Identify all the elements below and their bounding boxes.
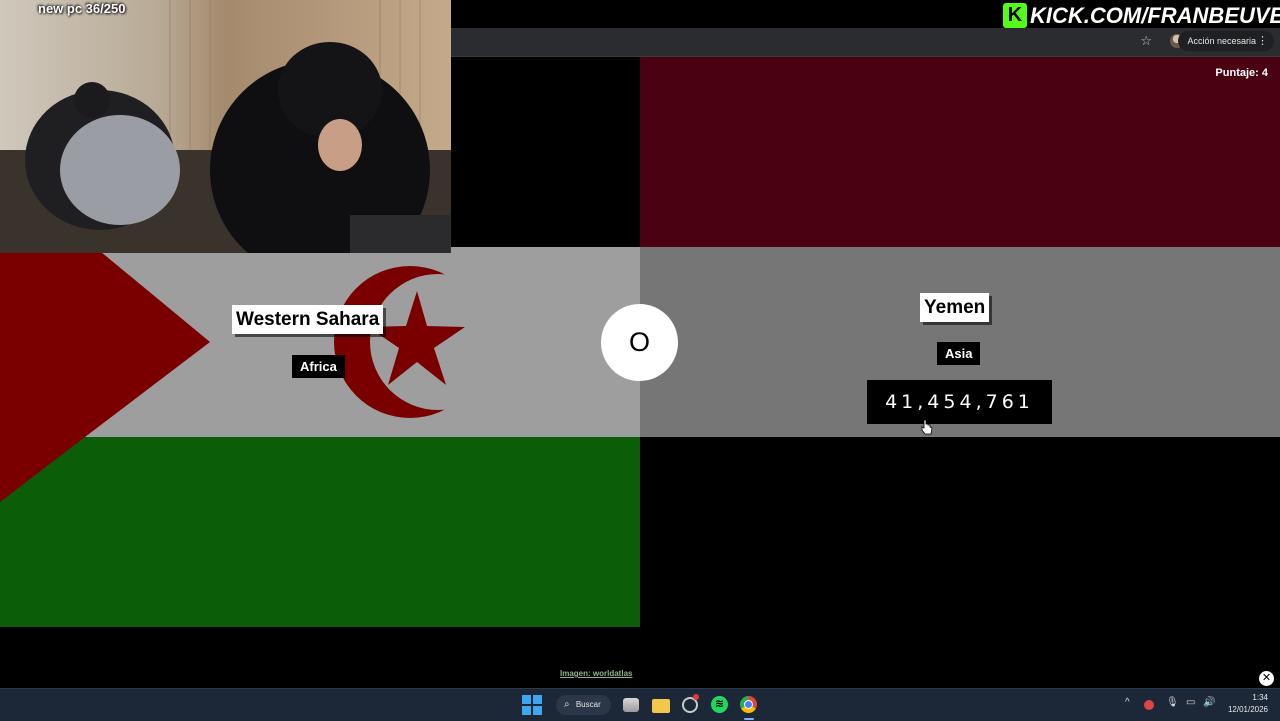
- western-sahara-flag[interactable]: [0, 247, 640, 627]
- bookmark-star-icon[interactable]: ☆: [1140, 33, 1152, 49]
- action-needed-label: Acción necesaria: [1187, 36, 1256, 46]
- webcam-overlay: new pc 36/250: [0, 0, 451, 253]
- kick-url-text: KICK.COM/FRANBEUVE: [1030, 3, 1280, 28]
- search-icon: ⌕: [564, 699, 570, 710]
- tray-app-icon[interactable]: [1144, 700, 1154, 710]
- network-icon[interactable]: ▭: [1186, 697, 1195, 708]
- volume-icon[interactable]: 🔊: [1203, 697, 1215, 708]
- right-continent-badge: Asia: [937, 342, 981, 365]
- webcam-label: new pc 36/250: [38, 1, 126, 16]
- browser-address-bar: ☆ Acción necesaria ⋮: [451, 28, 1280, 57]
- flag-emblem-graphic: [0, 247, 506, 502]
- notification-dot: [693, 694, 699, 700]
- action-needed-button[interactable]: Acción necesaria ⋮: [1178, 31, 1274, 51]
- microphone-icon[interactable]: 🎙: [1166, 697, 1179, 708]
- close-icon[interactable]: ✕: [1259, 671, 1274, 686]
- left-background: [451, 57, 640, 247]
- tray-overflow-icon[interactable]: ^: [1125, 697, 1130, 708]
- flag-red-triangle: [0, 247, 210, 502]
- hand-cursor-icon: [921, 419, 933, 435]
- flag-black-stripe: [640, 437, 1280, 627]
- search-label: Buscar: [575, 700, 601, 709]
- clock-date: 12/01/2026: [1227, 705, 1268, 714]
- kick-logo: K: [1003, 3, 1027, 28]
- taskbar-search-button[interactable]: ⌕ Buscar: [556, 695, 611, 715]
- spotify-icon[interactable]: ≋: [711, 696, 728, 713]
- score-label: Puntaje: 4: [1215, 67, 1268, 79]
- webcam-video-feed: [0, 0, 451, 253]
- browser-menu-icon[interactable]: ⋮: [1257, 31, 1268, 51]
- flag-red-stripe: [640, 57, 1280, 247]
- vs-circle: O: [601, 304, 678, 381]
- chrome-icon[interactable]: [740, 696, 757, 713]
- image-credit-link[interactable]: Imagen: worldatlas: [560, 669, 632, 678]
- left-country-name: Western Sahara: [232, 305, 384, 334]
- population-counter: 41,454,761: [867, 380, 1052, 424]
- right-country-name: Yemen: [920, 293, 990, 322]
- left-continent-badge: Africa: [292, 355, 345, 378]
- task-view-icon[interactable]: [623, 698, 639, 712]
- windows-start-icon[interactable]: [522, 695, 542, 715]
- file-explorer-icon[interactable]: [652, 699, 670, 713]
- windows-taskbar: ⌕ Buscar ≋ ^ 🎙 ▭ 🔊 1:34 12/01/2026: [0, 688, 1280, 721]
- clock-time: 1:34: [1252, 693, 1268, 702]
- system-clock[interactable]: 1:34 12/01/2026: [1228, 692, 1268, 716]
